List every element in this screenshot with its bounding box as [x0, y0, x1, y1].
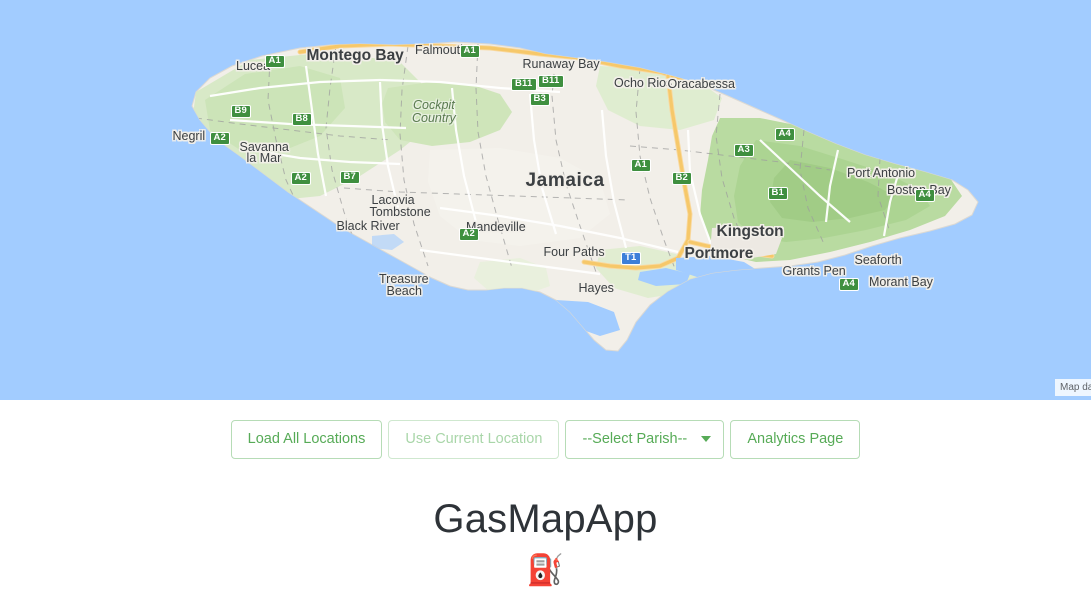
road-shield-b8: B8: [291, 112, 313, 126]
road-shield-a4: A4: [774, 127, 796, 141]
road-shield-a1: A1: [459, 44, 481, 58]
road-shield-t1: T1: [621, 251, 641, 265]
road-shield-b3: B3: [529, 92, 551, 106]
road-shield-b7: B7: [339, 170, 361, 184]
road-shield-a2: A2: [290, 171, 312, 185]
road-shield-a4: A4: [914, 188, 936, 202]
parish-select-wrapper: --Select Parish--: [565, 420, 725, 459]
page-title: GasMapApp: [433, 496, 658, 541]
road-shield-a1: A1: [264, 54, 286, 68]
map-panel[interactable]: Jamaica Montego Bay Kingston Portmore Lucea F…: [0, 0, 1091, 400]
road-shield-a3: A3: [733, 143, 755, 157]
fuel-pump-icon: ⛽: [526, 553, 565, 587]
road-shield-b11: B11: [538, 74, 564, 88]
controls-toolbar: Load All Locations Use Current Location …: [0, 400, 1091, 459]
load-all-locations-button[interactable]: Load All Locations: [230, 420, 383, 459]
parish-select[interactable]: --Select Parish--: [565, 420, 725, 459]
use-current-location-button[interactable]: Use Current Location: [388, 420, 560, 459]
content-area: Load All Locations Use Current Location …: [0, 400, 1091, 603]
road-shield-a4: A4: [838, 277, 860, 291]
map-attribution: Map data: [1055, 379, 1091, 396]
road-shield-b11: B11: [511, 77, 537, 91]
road-shield-b2: B2: [671, 171, 693, 185]
road-shield-b9: B9: [230, 104, 252, 118]
road-shield-a2: A2: [209, 131, 231, 145]
road-shield-a1: A1: [630, 158, 652, 172]
analytics-page-button[interactable]: Analytics Page: [730, 420, 861, 459]
road-shield-a2: A2: [458, 227, 480, 241]
road-shield-b1: B1: [767, 186, 789, 200]
